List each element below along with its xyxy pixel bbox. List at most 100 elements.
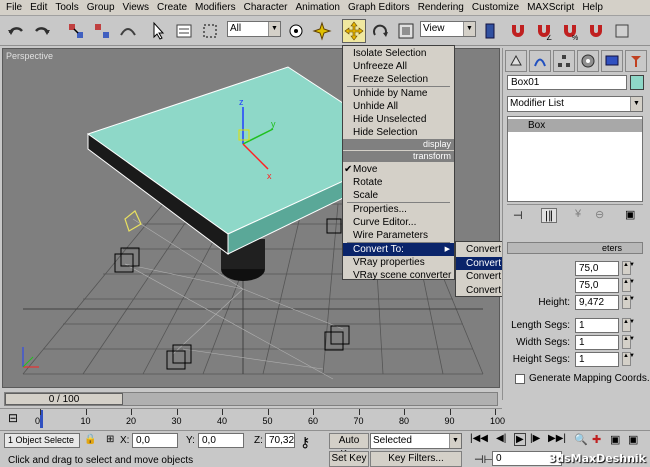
menu-item-create[interactable]: Create <box>153 2 191 13</box>
hierarchy-tab-icon[interactable] <box>553 50 575 72</box>
param-spinner[interactable]: ▲▼ <box>622 352 635 366</box>
zoom-extents-all-icon[interactable]: ▣ <box>628 433 638 446</box>
snap-toggle-icon[interactable] <box>506 19 530 43</box>
select-and-rotate-icon[interactable] <box>368 19 392 43</box>
menu-item-help[interactable]: Help <box>578 2 607 13</box>
quad-item-isolate-selection[interactable]: Isolate Selection <box>343 47 454 60</box>
quad-item-hide-unselected[interactable]: Hide Unselected <box>343 113 454 126</box>
mirror-icon[interactable] <box>610 19 634 43</box>
utilities-tab-icon[interactable] <box>625 50 647 72</box>
motion-tab-icon[interactable] <box>577 50 599 72</box>
create-tab-icon[interactable] <box>505 50 527 72</box>
absolute-mode-icon[interactable]: ⊞ <box>106 434 114 445</box>
param-spinner[interactable]: ▲▼ <box>622 261 635 275</box>
time-slider-thumb[interactable]: 0 / 100 <box>5 393 123 405</box>
previous-frame-icon[interactable]: ◀| <box>496 433 506 444</box>
param-field[interactable]: 1 <box>575 318 619 333</box>
selected-light[interactable] <box>124 210 142 232</box>
menu-item-customize[interactable]: Customize <box>468 2 523 13</box>
menu-item-graph-editors[interactable]: Graph Editors <box>344 2 414 13</box>
auto-key-button[interactable]: Auto Key <box>329 433 369 460</box>
menu-item-group[interactable]: Group <box>83 2 119 13</box>
menu-item-file[interactable]: File <box>2 2 26 13</box>
select-and-scale-icon[interactable] <box>394 19 418 43</box>
quad-item-unhide-by-name[interactable]: Unhide by Name <box>343 87 454 100</box>
go-to-start-icon[interactable]: |◀◀ <box>470 433 488 444</box>
zoom-icon[interactable]: 🔍 <box>574 433 588 446</box>
unlink-icon[interactable] <box>90 19 114 43</box>
select-and-link-icon[interactable] <box>64 19 88 43</box>
percent-snap-icon[interactable]: % <box>558 19 582 43</box>
rectangular-selection-icon[interactable] <box>198 19 222 43</box>
menu-item-views[interactable]: Views <box>119 2 154 13</box>
track-bar[interactable]: ⊟ 0 10 20 30 40 50 60 70 80 90 100 <box>0 408 505 430</box>
quad-item-unfreeze-all[interactable]: Unfreeze All <box>343 60 454 73</box>
redo-icon[interactable] <box>30 19 54 43</box>
param-spinner[interactable]: ▲▼ <box>622 318 635 332</box>
menu-item-rendering[interactable]: Rendering <box>414 2 468 13</box>
spinner-snap-icon[interactable] <box>584 19 608 43</box>
lock-selection-icon[interactable]: 🔒 <box>84 434 96 445</box>
zoom-extents-icon[interactable]: ▣ <box>610 433 620 446</box>
generate-mapping-checkbox[interactable] <box>515 374 525 384</box>
make-unique-icon[interactable]: ¥ <box>575 208 581 220</box>
menu-item-tools[interactable]: Tools <box>51 2 82 13</box>
quad-item-rotate[interactable]: Rotate <box>343 176 454 189</box>
quad-item-freeze-selection[interactable]: Freeze Selection <box>343 73 454 86</box>
quad-item-convert-to[interactable]: Convert To: ▶ <box>343 243 454 256</box>
time-slider-track[interactable]: 0 / 100 <box>4 392 498 406</box>
select-object-icon[interactable] <box>146 19 170 43</box>
quad-item-hide-selection[interactable]: Hide Selection <box>343 126 454 139</box>
quad-item-move[interactable]: ✔ Move <box>343 163 454 176</box>
menu-item-animation[interactable]: Animation <box>292 2 344 13</box>
key-icon[interactable]: ⚷ <box>300 435 310 449</box>
stack-item-box[interactable]: Box <box>508 119 642 132</box>
show-end-result-icon[interactable]: |∥ <box>541 208 558 223</box>
next-frame-icon[interactable]: |▶ <box>530 433 540 444</box>
z-coord-field[interactable]: 70,328 <box>265 433 295 448</box>
object-color-swatch[interactable] <box>630 75 644 90</box>
go-to-end-icon[interactable]: ▶▶| <box>548 433 566 444</box>
modifier-stack[interactable]: Box <box>507 116 643 202</box>
menu-item-maxscript[interactable]: MAXScript <box>523 2 578 13</box>
param-field[interactable]: 1 <box>575 335 619 350</box>
quad-item-wire-parameters[interactable]: Wire Parameters <box>343 229 454 242</box>
menu-item-character[interactable]: Character <box>240 2 292 13</box>
quad-item-scale[interactable]: Scale <box>343 189 454 202</box>
bind-space-warp-icon[interactable] <box>116 19 140 43</box>
undo-icon[interactable] <box>4 19 28 43</box>
quad-item-vray-properties[interactable]: VRay properties <box>343 256 454 269</box>
selection-filter-select[interactable]: All ▼ <box>227 21 281 37</box>
param-field[interactable]: 9,472 <box>575 295 619 310</box>
menu-item-modifiers[interactable]: Modifiers <box>191 2 240 13</box>
angle-snap-icon[interactable]: ∠ <box>532 19 556 43</box>
param-field[interactable]: 1 <box>575 352 619 367</box>
modifier-list-select[interactable]: Modifier List ▼ <box>507 96 643 112</box>
param-field[interactable]: 75,0 <box>575 278 619 293</box>
param-spinner[interactable]: ▲▼ <box>622 278 635 292</box>
quad-item-unhide-all[interactable]: Unhide All <box>343 100 454 113</box>
quad-item-vray-scene-converter[interactable]: VRay scene converter <box>343 269 454 282</box>
modify-tab-icon[interactable] <box>529 50 551 72</box>
select-and-manipulate-icon[interactable] <box>310 19 334 43</box>
param-spinner[interactable]: ▲▼ <box>622 335 635 349</box>
configure-modifier-sets-icon[interactable]: ▣ <box>625 208 635 221</box>
object-name-field[interactable]: Box01 <box>507 75 627 90</box>
zoom-all-icon[interactable]: ✚ <box>592 433 601 446</box>
quad-item-curve-editor[interactable]: Curve Editor... <box>343 216 454 229</box>
pivot-center-icon[interactable] <box>478 19 502 43</box>
remove-modifier-icon[interactable]: ⊖ <box>595 208 604 221</box>
key-mode-select[interactable]: Selected ▼ <box>370 433 462 449</box>
reference-coord-select[interactable]: View ▼ <box>420 21 476 37</box>
parameters-rollout-title[interactable]: eters <box>507 242 643 254</box>
x-coord-field[interactable]: 0,0 <box>132 433 178 448</box>
play-icon[interactable]: ▶ <box>514 433 526 446</box>
key-mode-toggle-icon[interactable]: ⊣⊢ <box>474 453 493 466</box>
quad-item-properties[interactable]: Properties... <box>343 203 454 216</box>
menu-item-edit[interactable]: Edit <box>26 2 51 13</box>
display-tab-icon[interactable] <box>601 50 623 72</box>
param-field[interactable]: 75,0 <box>575 261 619 276</box>
mini-curve-editor-icon[interactable]: ⊟ <box>8 411 18 425</box>
key-filters-button[interactable]: Key Filters... <box>370 451 462 467</box>
param-spinner[interactable]: ▲▼ <box>622 295 635 309</box>
